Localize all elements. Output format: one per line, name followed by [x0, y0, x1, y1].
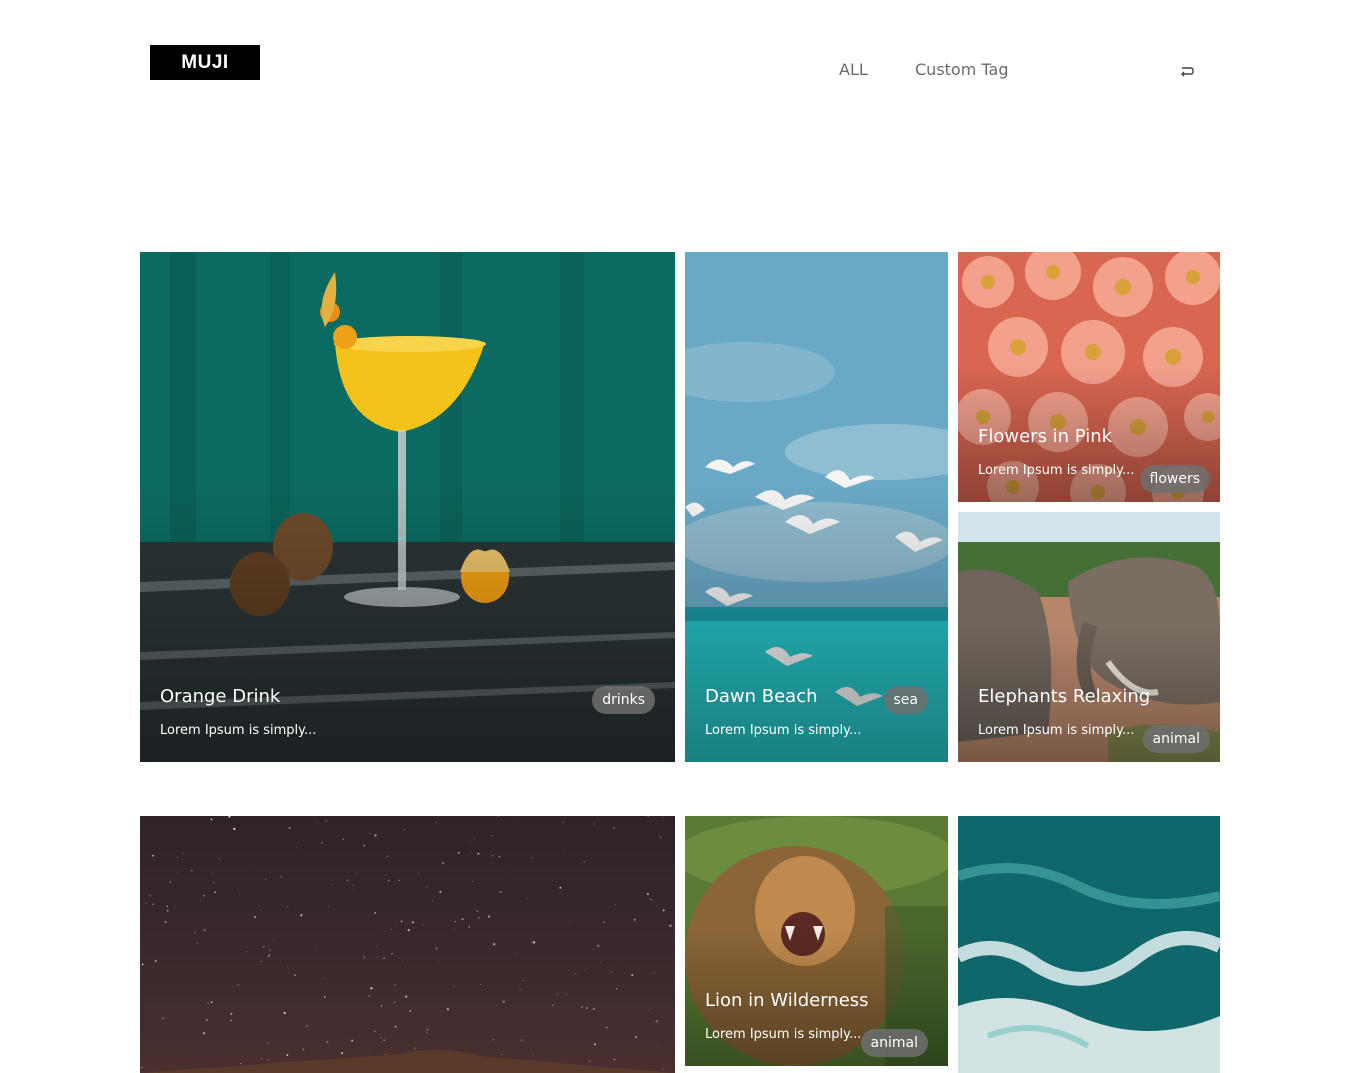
card-excerpt: Lorem Ipsum is simply...: [160, 723, 317, 738]
card-tag[interactable]: sea: [883, 686, 928, 714]
card-tag[interactable]: animal: [1142, 725, 1210, 753]
nav-item-all[interactable]: ALL: [839, 60, 868, 79]
card-tag[interactable]: animal: [860, 1029, 928, 1057]
card-shade: [685, 481, 948, 762]
post-card-night-sky[interactable]: [140, 816, 675, 1073]
card-excerpt: Lorem Ipsum is simply...: [705, 723, 862, 738]
card-title[interactable]: Elephants Relaxing: [978, 686, 1150, 707]
ocean-waves-image: [958, 816, 1220, 1073]
site-logo[interactable]: MUJI: [150, 45, 260, 80]
theme-toggle-icon[interactable]: [1178, 64, 1196, 80]
post-card-elephants-relaxing[interactable]: Elephants Relaxing Lorem Ipsum is simply…: [958, 512, 1220, 762]
card-tag[interactable]: flowers: [1139, 465, 1210, 493]
card-tag[interactable]: drinks: [592, 686, 655, 714]
card-title[interactable]: Dawn Beach: [705, 686, 818, 707]
card-title[interactable]: Flowers in Pink: [978, 426, 1112, 447]
card-excerpt: Lorem Ipsum is simply...: [705, 1027, 862, 1042]
card-title[interactable]: Lion in Wilderness: [705, 990, 869, 1011]
post-card-lion-in-wilderness[interactable]: Lion in Wilderness Lorem Ipsum is simply…: [685, 816, 948, 1066]
card-title[interactable]: Orange Drink: [160, 686, 280, 707]
post-card-ocean-waves[interactable]: [958, 816, 1220, 1073]
post-card-flowers-in-pink[interactable]: Flowers in Pink Lorem Ipsum is simply...…: [958, 252, 1220, 502]
card-shade: [140, 481, 675, 762]
nav-item-custom-tag[interactable]: Custom Tag: [915, 60, 1008, 79]
post-card-orange-drink[interactable]: Orange Drink Lorem Ipsum is simply... dr…: [140, 252, 675, 762]
card-excerpt: Lorem Ipsum is simply...: [978, 723, 1135, 738]
post-card-dawn-beach[interactable]: Dawn Beach Lorem Ipsum is simply... sea: [685, 252, 948, 762]
night-sky-image: [140, 816, 675, 1073]
card-excerpt: Lorem Ipsum is simply...: [978, 463, 1135, 478]
